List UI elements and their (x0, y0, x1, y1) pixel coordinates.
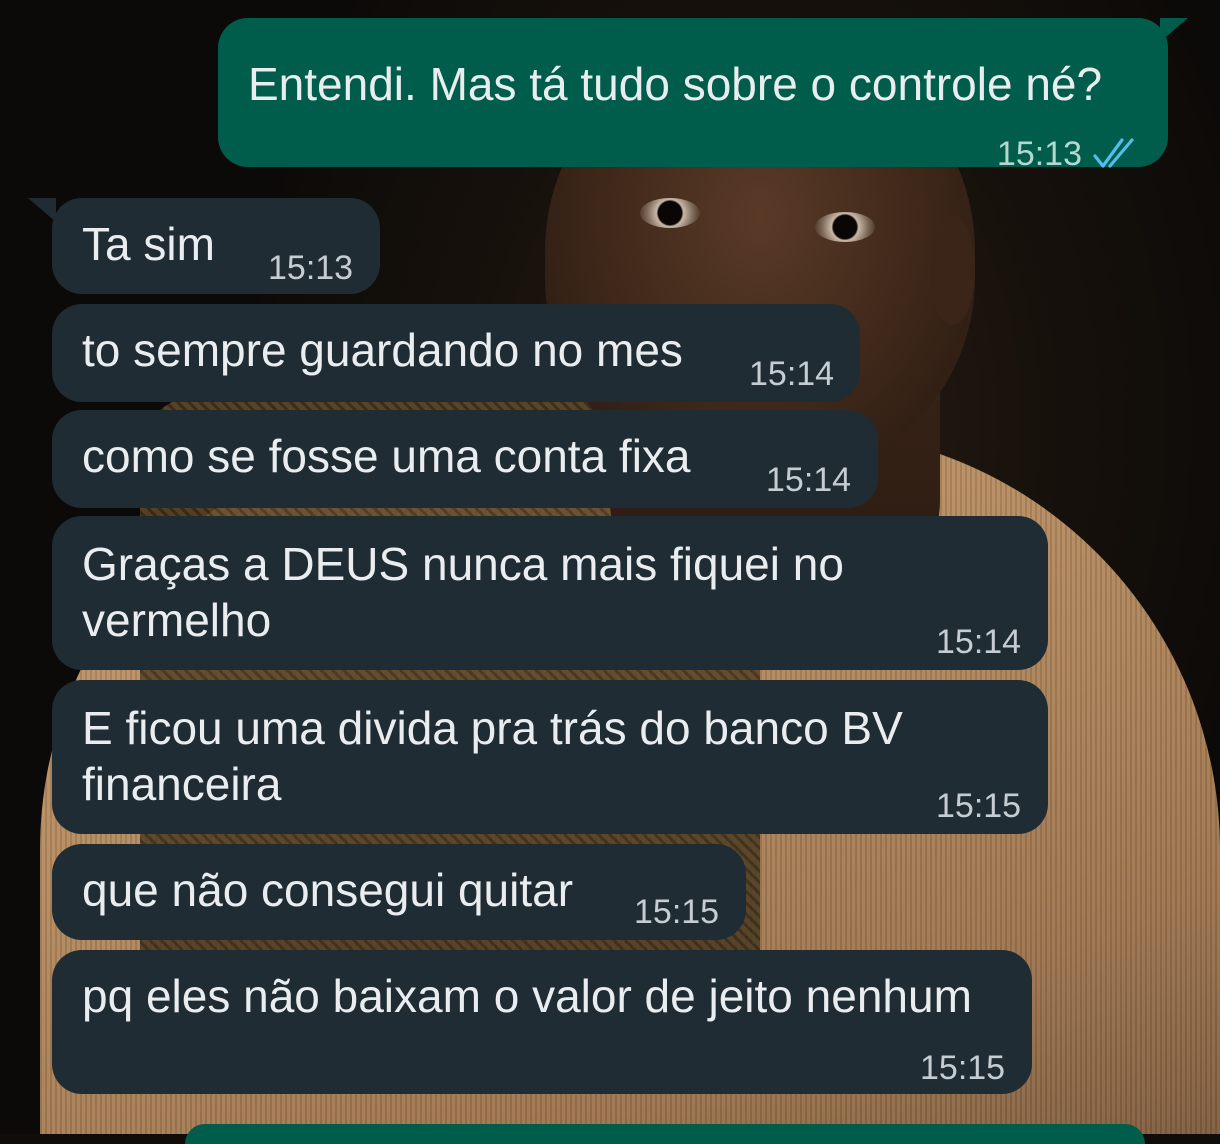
message-time: 15:15 (936, 787, 1022, 825)
message-text: como se fosse uma conta fixa (82, 430, 691, 482)
message-time: 15:13 (268, 249, 354, 287)
message-time: 15:14 (766, 461, 852, 499)
message-text: E ficou uma divida pra trás do banco BV (82, 702, 903, 754)
message-incoming[interactable]: to sempre guardando no mes 15:14 (52, 304, 860, 402)
message-incoming[interactable]: como se fosse uma conta fixa 15:14 (52, 410, 878, 508)
chat-messages: Entendi. Mas tá tudo sobre o controle né… (0, 0, 1220, 1144)
message-incoming[interactable]: pq eles não baixam o valor de jeito nenh… (52, 950, 1032, 1094)
message-incoming[interactable]: Graças a DEUS nunca mais fiquei no verme… (52, 516, 1048, 670)
message-time: 15:14 (749, 355, 835, 393)
message-time: 15:13 (996, 135, 1082, 173)
message-text: to sempre guardando no mes (82, 324, 683, 376)
message-outgoing[interactable]: Entendi. Mas tá tudo sobre o controle né… (218, 18, 1168, 173)
message-text: que não consegui quitar (82, 864, 574, 916)
message-time: 15:14 (936, 623, 1022, 661)
partial-outgoing-message (185, 1124, 1145, 1144)
message-time: 15:15 (920, 1049, 1006, 1087)
message-time: 15:15 (634, 893, 720, 931)
message-text: pq eles não baixam o valor de jeito nenh… (82, 970, 972, 1022)
message-incoming[interactable]: E ficou uma divida pra trás do banco BV … (52, 680, 1048, 834)
message-text: financeira (82, 758, 282, 810)
message-incoming[interactable]: Ta sim 15:13 (52, 198, 380, 294)
incoming-bubble-tail (28, 198, 56, 222)
double-check-read-icon (1093, 138, 1134, 168)
message-incoming[interactable]: que não consegui quitar 15:15 (52, 844, 746, 940)
message-text: vermelho (82, 594, 272, 646)
message-text: Entendi. Mas tá tudo sobre o controle né… (248, 58, 1103, 110)
message-text: Graças a DEUS nunca mais fiquei no (82, 538, 844, 590)
message-text: Ta sim (82, 218, 215, 270)
